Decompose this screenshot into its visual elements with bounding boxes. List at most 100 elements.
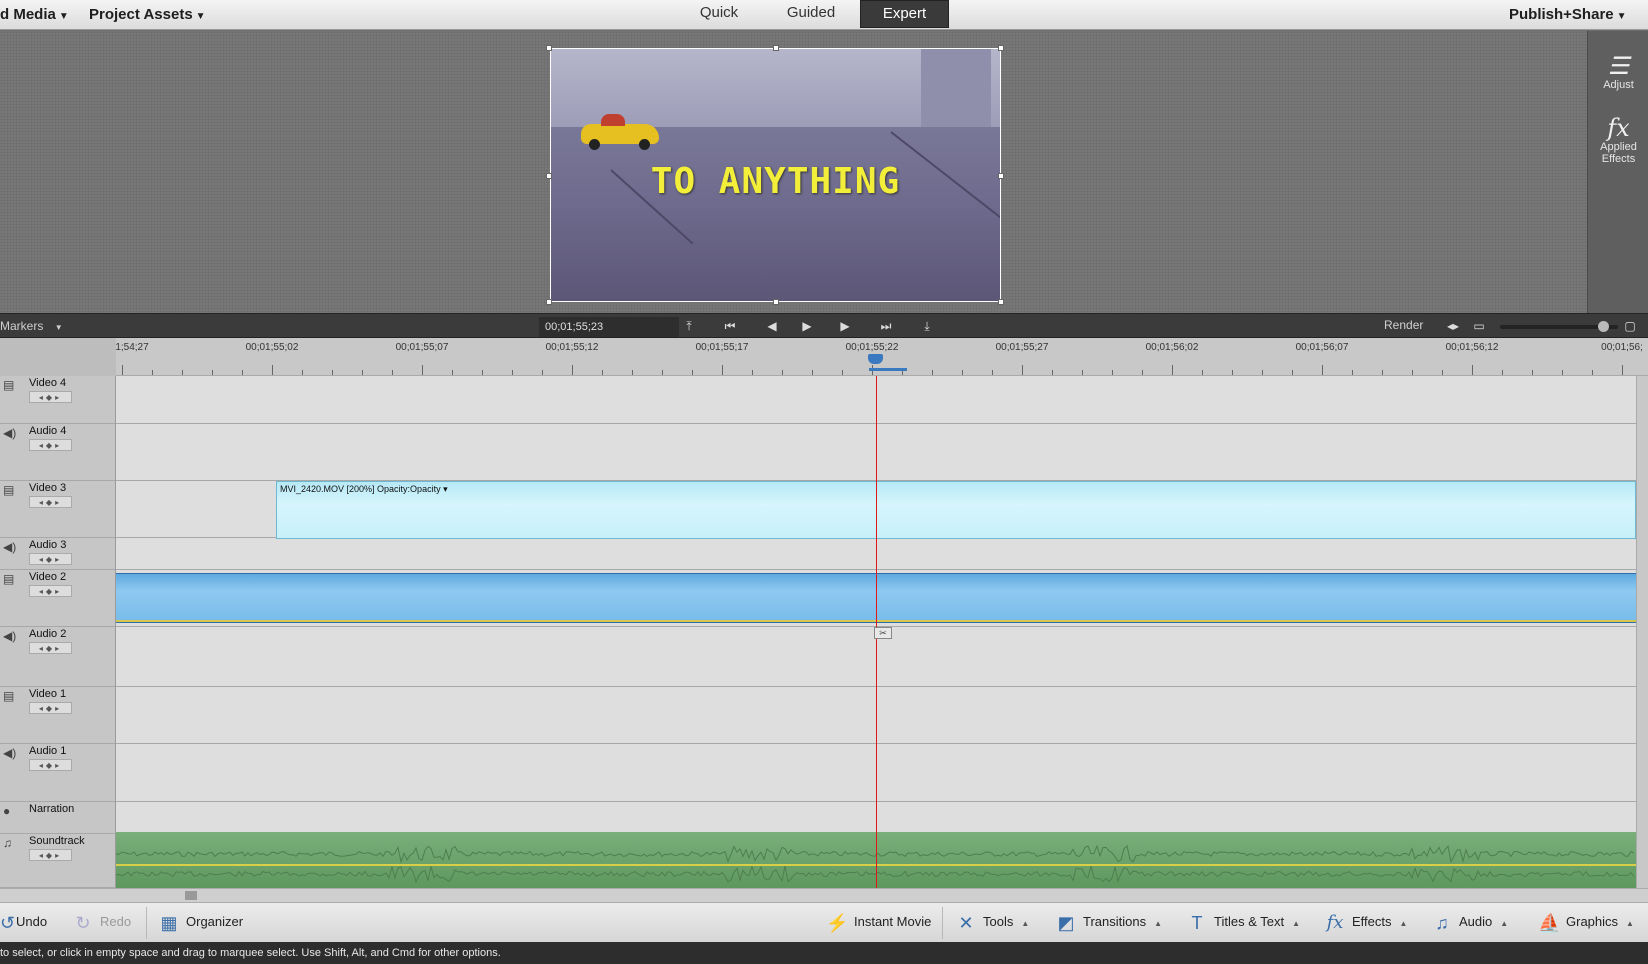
track-header-audio-1[interactable]: ◀) Audio 1 ◂◆▸ <box>0 744 116 802</box>
resize-handle[interactable] <box>546 173 552 179</box>
horizontal-scrollbar[interactable] <box>0 888 1648 902</box>
playhead-handle[interactable] <box>868 354 883 364</box>
track-header-video-2[interactable]: ▤ Video 2 ◂◆▸ <box>0 570 116 627</box>
keyframe-controls[interactable]: ◂◆▸ <box>29 642 72 654</box>
add-media-menu[interactable]: d Media ▼ <box>0 6 69 23</box>
clip-mvi-2420[interactable]: MVI_2420.MOV [200%] Opacity:Opacity ▾ <box>276 481 1636 539</box>
publish-share-menu[interactable]: Publish+Share ▼ <box>1509 6 1627 23</box>
applied-effects-button[interactable]: fx Applied Effects <box>1588 115 1648 165</box>
keyframe-controls[interactable]: ◂◆▸ <box>29 391 72 403</box>
organizer-button[interactable]: ▦ Organizer <box>158 903 243 943</box>
work-area-bar[interactable] <box>869 368 907 371</box>
resize-handle[interactable] <box>546 299 552 305</box>
ruler-tick <box>1232 370 1233 375</box>
ruler-tick <box>422 365 423 375</box>
time-ruler[interactable]: 1;54;27 00;01;55;02 00;01;55;07 00;01;55;12… <box>0 338 1648 376</box>
tab-expert[interactable]: Expert <box>860 0 949 28</box>
track-header-video-3[interactable]: ▤ Video 3 ◂◆▸ <box>0 481 116 538</box>
go-to-in-point-icon[interactable]: ⤒ <box>679 318 699 335</box>
play-icon[interactable]: ▶ <box>797 318 817 335</box>
zoom-slider-thumb[interactable] <box>1598 321 1610 332</box>
titles-icon: T <box>1191 912 1203 933</box>
track-header-soundtrack[interactable]: ♫ Soundtrack ◂◆▸ <box>0 834 116 888</box>
film-icon: ▤ <box>3 378 15 392</box>
overlay-title-text[interactable]: TO ANYTHING <box>551 161 1000 202</box>
action-bar: ↺Undo ↻ Redo ▦ Organizer ⚡ Instant Movie ✕ T… <box>0 902 1648 942</box>
right-panel: ☰ Adjust fx Applied Effects <box>1587 31 1648 313</box>
ruler-tick <box>122 365 123 375</box>
tab-quick[interactable]: Quick <box>686 0 752 28</box>
ruler-tick <box>392 370 393 375</box>
keyframe-controls[interactable]: ◂◆▸ <box>29 702 72 714</box>
titles-text-button[interactable]: T Titles & Text ▲ <box>1186 903 1301 943</box>
tools-button[interactable]: ✕ Tools ▲ <box>955 903 1029 943</box>
timeline-zoom-slider[interactable] <box>1500 321 1618 332</box>
fit-timeline-icon[interactable]: ◂▸ <box>1443 318 1463 335</box>
track-header-video-4[interactable]: ▤ Video 4 ◂◆▸ <box>0 376 116 424</box>
keyframe-controls[interactable]: ◂◆▸ <box>29 585 72 597</box>
scissor-icon[interactable]: ✂ <box>874 627 892 639</box>
fx-icon: fx <box>1607 114 1630 142</box>
keyframe-controls[interactable]: ◂◆▸ <box>29 759 72 771</box>
resize-handle[interactable] <box>773 45 779 51</box>
applied-effects-label-1: Applied <box>1600 141 1637 153</box>
keyframe-controls[interactable]: ◂◆▸ <box>29 849 72 861</box>
step-forward-icon[interactable]: ▶ <box>835 318 855 335</box>
ruler-tick-label: 00;01;55;07 <box>395 342 449 353</box>
car-wheel <box>589 139 600 150</box>
keyframe-controls[interactable]: ◂◆▸ <box>29 496 72 508</box>
ruler-tick <box>1052 370 1053 375</box>
chevron-down-icon: ▼ <box>195 11 206 22</box>
undo-button[interactable]: ↺Undo <box>0 903 47 943</box>
track-header-audio-2[interactable]: ◀) Audio 2 ◂◆▸ <box>0 627 116 687</box>
resize-handle[interactable] <box>773 299 779 305</box>
go-to-out-point-icon[interactable]: ⤓ <box>917 318 937 335</box>
ruler-tick-label: 1;54;27 <box>115 342 149 353</box>
ruler-tick <box>962 370 963 375</box>
timecode-display[interactable]: 00;01;55;23 <box>539 317 679 337</box>
render-button[interactable]: Render <box>1384 318 1423 332</box>
scrollbar-thumb[interactable] <box>185 891 197 900</box>
ruler-tick <box>1352 370 1353 375</box>
zoom-in-icon[interactable]: ▢ <box>1620 318 1640 335</box>
go-to-end-icon[interactable]: ⏭ <box>876 318 896 335</box>
effects-button[interactable]: fx Effects ▲ <box>1324 903 1408 943</box>
zoom-out-icon[interactable]: ▭ <box>1469 318 1489 335</box>
track-header-narration[interactable]: ● Narration <box>0 802 116 834</box>
keyframe-controls[interactable]: ◂◆▸ <box>29 439 72 451</box>
track-header-video-1[interactable]: ▤ Video 1 ◂◆▸ <box>0 687 116 744</box>
transitions-button[interactable]: ◩ Transitions ▲ <box>1055 903 1162 943</box>
ruler-tick <box>1622 365 1623 375</box>
markers-menu[interactable]: Markers ▼ <box>0 317 72 335</box>
graphics-button[interactable]: ⛵ Graphics ▲ <box>1538 903 1634 943</box>
ruler-tick <box>602 370 603 375</box>
tab-guided[interactable]: Guided <box>775 0 847 28</box>
track-name: Audio 1 <box>29 745 67 757</box>
ruler-tick-label: 00;01;56; <box>1601 342 1643 353</box>
track-header-audio-4[interactable]: ◀) Audio 4 ◂◆▸ <box>0 424 116 481</box>
video-preview[interactable]: TO ANYTHING <box>550 48 1001 302</box>
speaker-icon: ◀) <box>3 629 17 643</box>
track-header-audio-3[interactable]: ◀) Audio 3 ◂◆▸ <box>0 538 116 570</box>
adjust-button[interactable]: ☰ Adjust <box>1588 53 1648 91</box>
keyframe-controls[interactable]: ◂◆▸ <box>29 553 72 565</box>
vertical-scrollbar[interactable] <box>1636 376 1648 888</box>
music-note-icon: ♫ <box>1435 912 1449 933</box>
resize-handle[interactable] <box>546 45 552 51</box>
instant-movie-button[interactable]: ⚡ Instant Movie <box>826 903 931 943</box>
resize-handle[interactable] <box>998 45 1004 51</box>
go-to-start-icon[interactable]: ⏮ <box>720 318 740 335</box>
transitions-label: Transitions <box>1083 914 1147 929</box>
markers-label: Markers <box>0 319 44 333</box>
ruler-tick <box>212 370 213 375</box>
ruler-tick <box>632 370 633 375</box>
film-icon: ▤ <box>3 572 15 586</box>
chevron-down-icon: ▼ <box>58 11 69 22</box>
resize-handle[interactable] <box>998 299 1004 305</box>
audio-button[interactable]: ♫ Audio ▲ <box>1431 903 1508 943</box>
ruler-tick <box>572 365 573 375</box>
step-back-icon[interactable]: ◀ <box>762 318 782 335</box>
project-assets-menu[interactable]: Project Assets ▼ <box>89 6 206 23</box>
resize-handle[interactable] <box>998 173 1004 179</box>
redo-button[interactable]: ↻ Redo <box>72 903 131 943</box>
